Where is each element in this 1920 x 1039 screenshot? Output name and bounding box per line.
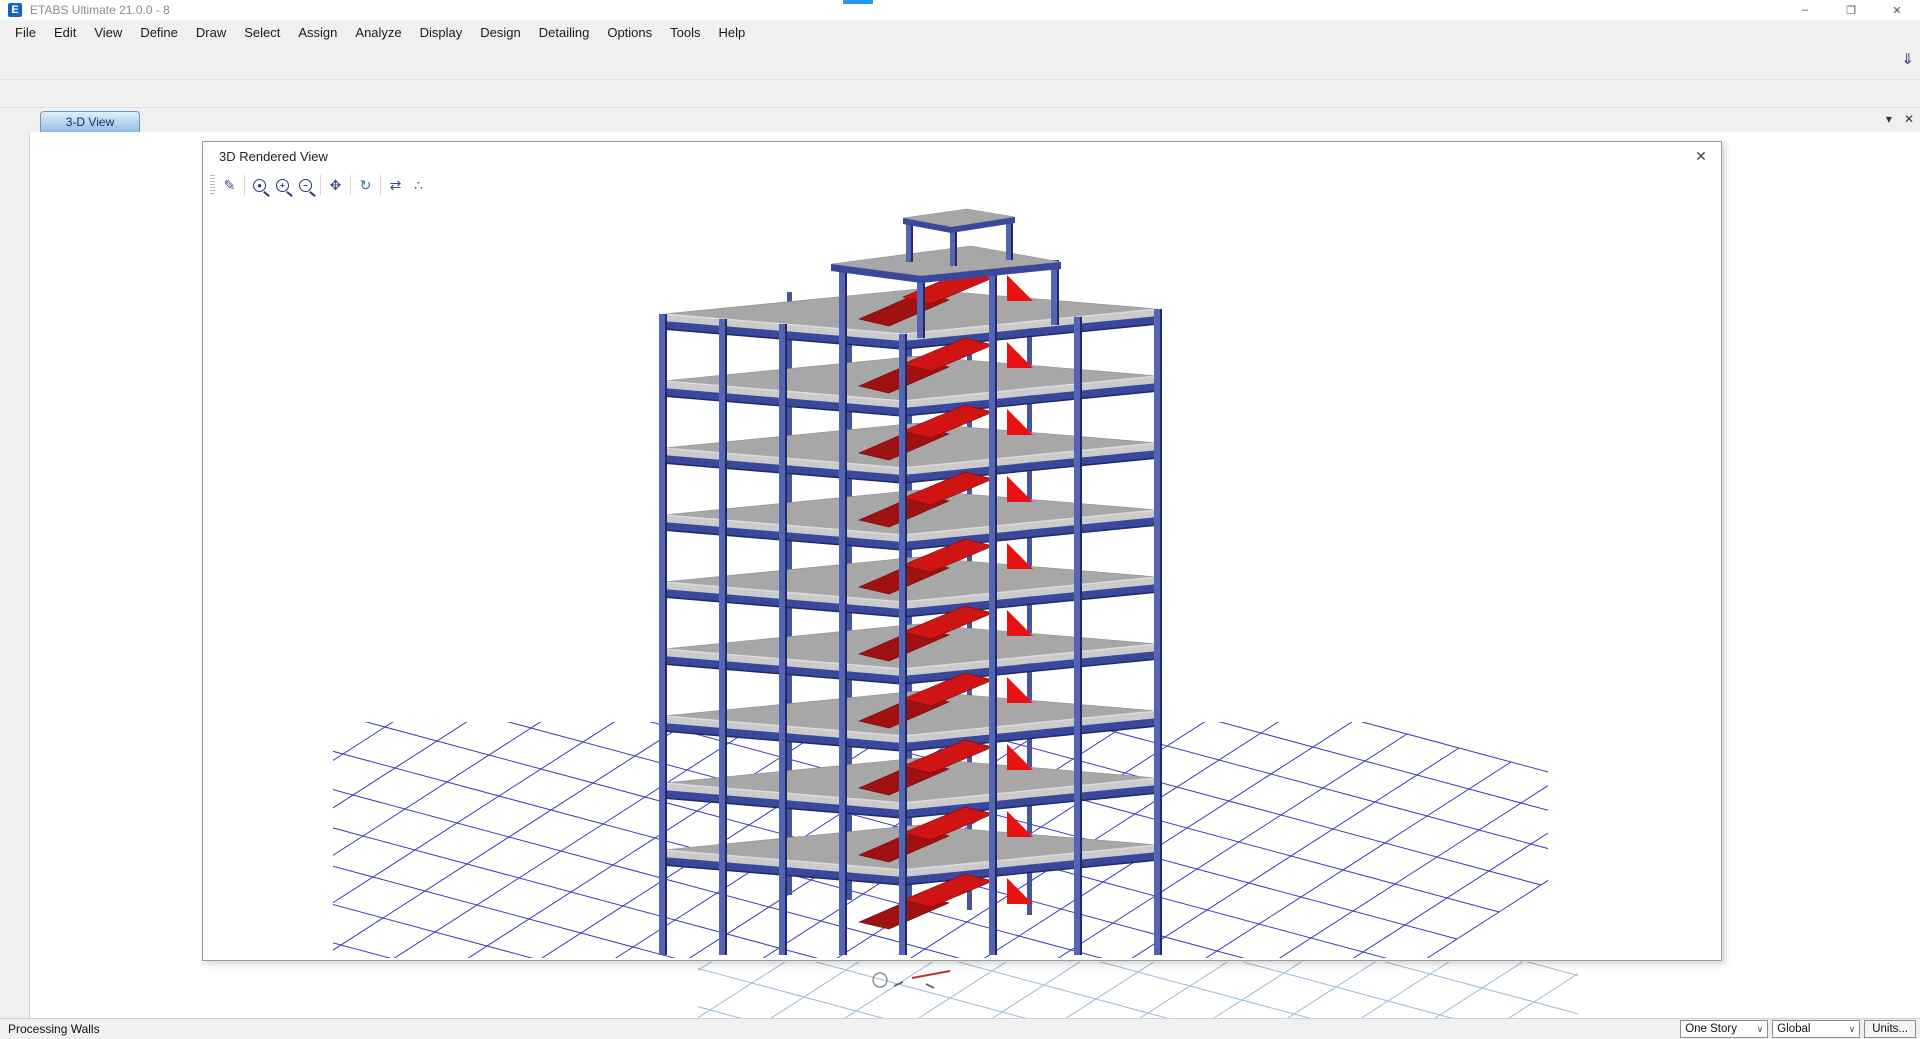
menu-analyze[interactable]: Analyze <box>346 22 410 43</box>
render-pan-button[interactable]: ✥ <box>325 174 346 196</box>
background-plan-grid <box>698 962 1578 1018</box>
units-button[interactable]: Units... <box>1864 1020 1916 1038</box>
separator <box>350 175 351 195</box>
floating-window-3d-rendered-view[interactable]: 3D Rendered View ✕ ✎ ●+−✥ ↻ ⇄∴ <box>202 141 1722 961</box>
menu-options[interactable]: Options <box>598 22 661 43</box>
tab-bar-controls: ▾✕ <box>1886 112 1914 126</box>
rendered-building-model[interactable] <box>203 200 1721 958</box>
status-controls: One Story∨ Global∨ Units... <box>1680 1020 1920 1038</box>
main-toolbar <box>0 44 1920 80</box>
view-list-dropdown[interactable]: ▾ <box>1886 112 1892 126</box>
story-select[interactable]: One Story∨ <box>1680 1020 1768 1038</box>
coordinate-system-select[interactable]: Global∨ <box>1772 1020 1860 1038</box>
app-title: ETABS Ultimate 21.0.0 - 8 <box>30 3 170 17</box>
close-view-button[interactable]: ✕ <box>1904 112 1914 126</box>
render-zoom-button[interactable]: ● <box>249 174 270 196</box>
menu-view[interactable]: View <box>85 22 131 43</box>
menu-select[interactable]: Select <box>235 22 289 43</box>
render-walkthrough-button[interactable]: ∴ <box>408 174 429 196</box>
title-bar: E ETABS Ultimate 21.0.0 - 8 –❐✕ <box>0 0 1920 20</box>
render-move-building-button[interactable]: ⇄ <box>385 174 406 196</box>
render-pencil-button[interactable]: ✎ <box>219 174 240 196</box>
close-button[interactable]: ✕ <box>1874 0 1920 20</box>
minimize-button[interactable]: – <box>1782 0 1828 20</box>
render-window-toolbar: ✎ ●+−✥ ↻ ⇄∴ <box>203 170 1721 200</box>
menu-bar: FileEditViewDefineDrawSelectAssignAnalyz… <box>0 20 1920 44</box>
secondary-toolbar <box>0 80 1920 108</box>
view-tab-bar: 3-D View ▾✕ <box>0 108 1920 132</box>
floating-window-title: 3D Rendered View <box>219 149 328 164</box>
tab-3d-view[interactable]: 3-D View <box>40 111 140 132</box>
toolbar-grip <box>210 175 215 195</box>
menu-detailing[interactable]: Detailing <box>530 22 599 43</box>
menu-assign[interactable]: Assign <box>289 22 346 43</box>
taskbar-peek <box>843 0 873 4</box>
menu-file[interactable]: File <box>6 22 45 43</box>
status-bar: Processing Walls One Story∨ Global∨ Unit… <box>0 1018 1920 1039</box>
menu-display[interactable]: Display <box>411 22 472 43</box>
menu-help[interactable]: Help <box>710 22 755 43</box>
floating-window-close-icon[interactable]: ✕ <box>1691 148 1711 165</box>
render-rotate-button[interactable]: ↻ <box>355 174 376 196</box>
menu-tools[interactable]: Tools <box>661 22 709 43</box>
menu-draw[interactable]: Draw <box>187 22 235 43</box>
chevron-down-icon: ∨ <box>1849 1024 1856 1035</box>
render-zoom-out-button[interactable]: − <box>295 174 316 196</box>
floating-window-titlebar[interactable]: 3D Rendered View ✕ <box>203 142 1721 170</box>
tray-download-icon[interactable]: ⇓ <box>1901 50 1914 68</box>
menu-define[interactable]: Define <box>131 22 187 43</box>
app-logo: E <box>8 3 22 17</box>
menu-design[interactable]: Design <box>471 22 529 43</box>
separator <box>244 175 245 195</box>
window-controls: –❐✕ <box>1782 0 1920 20</box>
separator <box>380 175 381 195</box>
menu-edit[interactable]: Edit <box>45 22 85 43</box>
render-zoom-in-button[interactable]: + <box>272 174 293 196</box>
restore-button[interactable]: ❐ <box>1828 0 1874 20</box>
separator <box>320 175 321 195</box>
status-message: Processing Walls <box>0 1022 100 1036</box>
draw-toolbar <box>0 132 30 1018</box>
chevron-down-icon: ∨ <box>1757 1024 1764 1035</box>
